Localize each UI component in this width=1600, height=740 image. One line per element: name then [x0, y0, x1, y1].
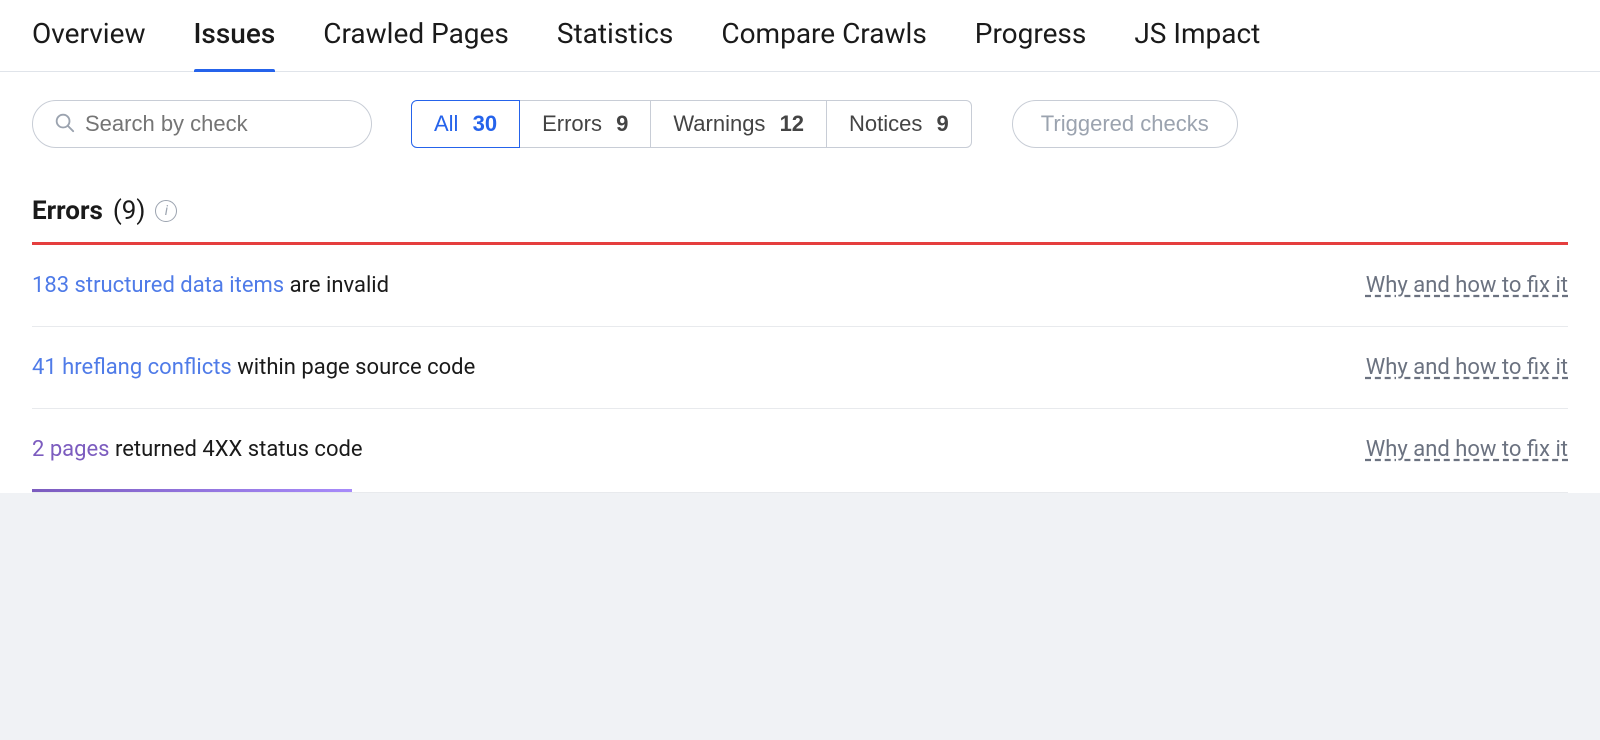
search-box	[32, 100, 372, 148]
nav-item-crawled-pages[interactable]: Crawled Pages	[323, 0, 509, 72]
search-input[interactable]	[85, 111, 351, 137]
top-navigation: Overview Issues Crawled Pages Statistics…	[0, 0, 1600, 72]
issue-row: 41 hreflang conflicts within page source…	[32, 327, 1568, 409]
issues-content: Errors (9) i 183 structured data items a…	[0, 176, 1600, 493]
nav-item-js-impact[interactable]: JS Impact	[1134, 0, 1260, 72]
info-icon[interactable]: i	[155, 200, 177, 222]
nav-item-compare-crawls[interactable]: Compare Crawls	[721, 0, 926, 72]
filter-all-button[interactable]: All 30	[411, 100, 520, 148]
fix-link-4xx[interactable]: Why and how to fix it	[1366, 437, 1568, 462]
nav-item-statistics[interactable]: Statistics	[557, 0, 674, 72]
errors-title: Errors	[32, 196, 103, 226]
main-content: All 30 Errors 9 Warnings 12 Notices 9 Tr…	[0, 72, 1600, 493]
issue-text-hreflang: 41 hreflang conflicts within page source…	[32, 355, 1326, 380]
nav-item-issues[interactable]: Issues	[194, 0, 276, 72]
search-icon	[53, 111, 75, 137]
issue-text-4xx: 2 pages returned 4XX status code	[32, 437, 1326, 462]
triggered-checks-button[interactable]: Triggered checks	[1012, 100, 1238, 148]
fix-link-hreflang[interactable]: Why and how to fix it	[1366, 355, 1568, 380]
issue-link-hreflang[interactable]: 41 hreflang conflicts	[32, 355, 237, 380]
errors-count: (9)	[113, 196, 146, 226]
filter-buttons: All 30 Errors 9 Warnings 12 Notices 9	[412, 100, 972, 148]
issue-row: 2 pages returned 4XX status code Why and…	[32, 409, 1568, 493]
nav-item-progress[interactable]: Progress	[975, 0, 1087, 72]
filter-warnings-button[interactable]: Warnings 12	[650, 100, 827, 148]
fix-link-structured-data[interactable]: Why and how to fix it	[1366, 273, 1568, 298]
filter-errors-button[interactable]: Errors 9	[519, 100, 651, 148]
issue-row: 183 structured data items are invalid Wh…	[32, 245, 1568, 327]
filter-notices-button[interactable]: Notices 9	[826, 100, 972, 148]
issue-text-structured-data: 183 structured data items are invalid	[32, 273, 1326, 298]
purple-underline-bar	[32, 489, 352, 492]
errors-section-header: Errors (9) i	[32, 176, 1568, 242]
filter-bar: All 30 Errors 9 Warnings 12 Notices 9 Tr…	[0, 72, 1600, 176]
issue-link-structured-data[interactable]: 183 structured data items	[32, 273, 290, 298]
issue-link-4xx[interactable]: 2 pages	[32, 437, 115, 462]
nav-item-overview[interactable]: Overview	[32, 0, 146, 72]
